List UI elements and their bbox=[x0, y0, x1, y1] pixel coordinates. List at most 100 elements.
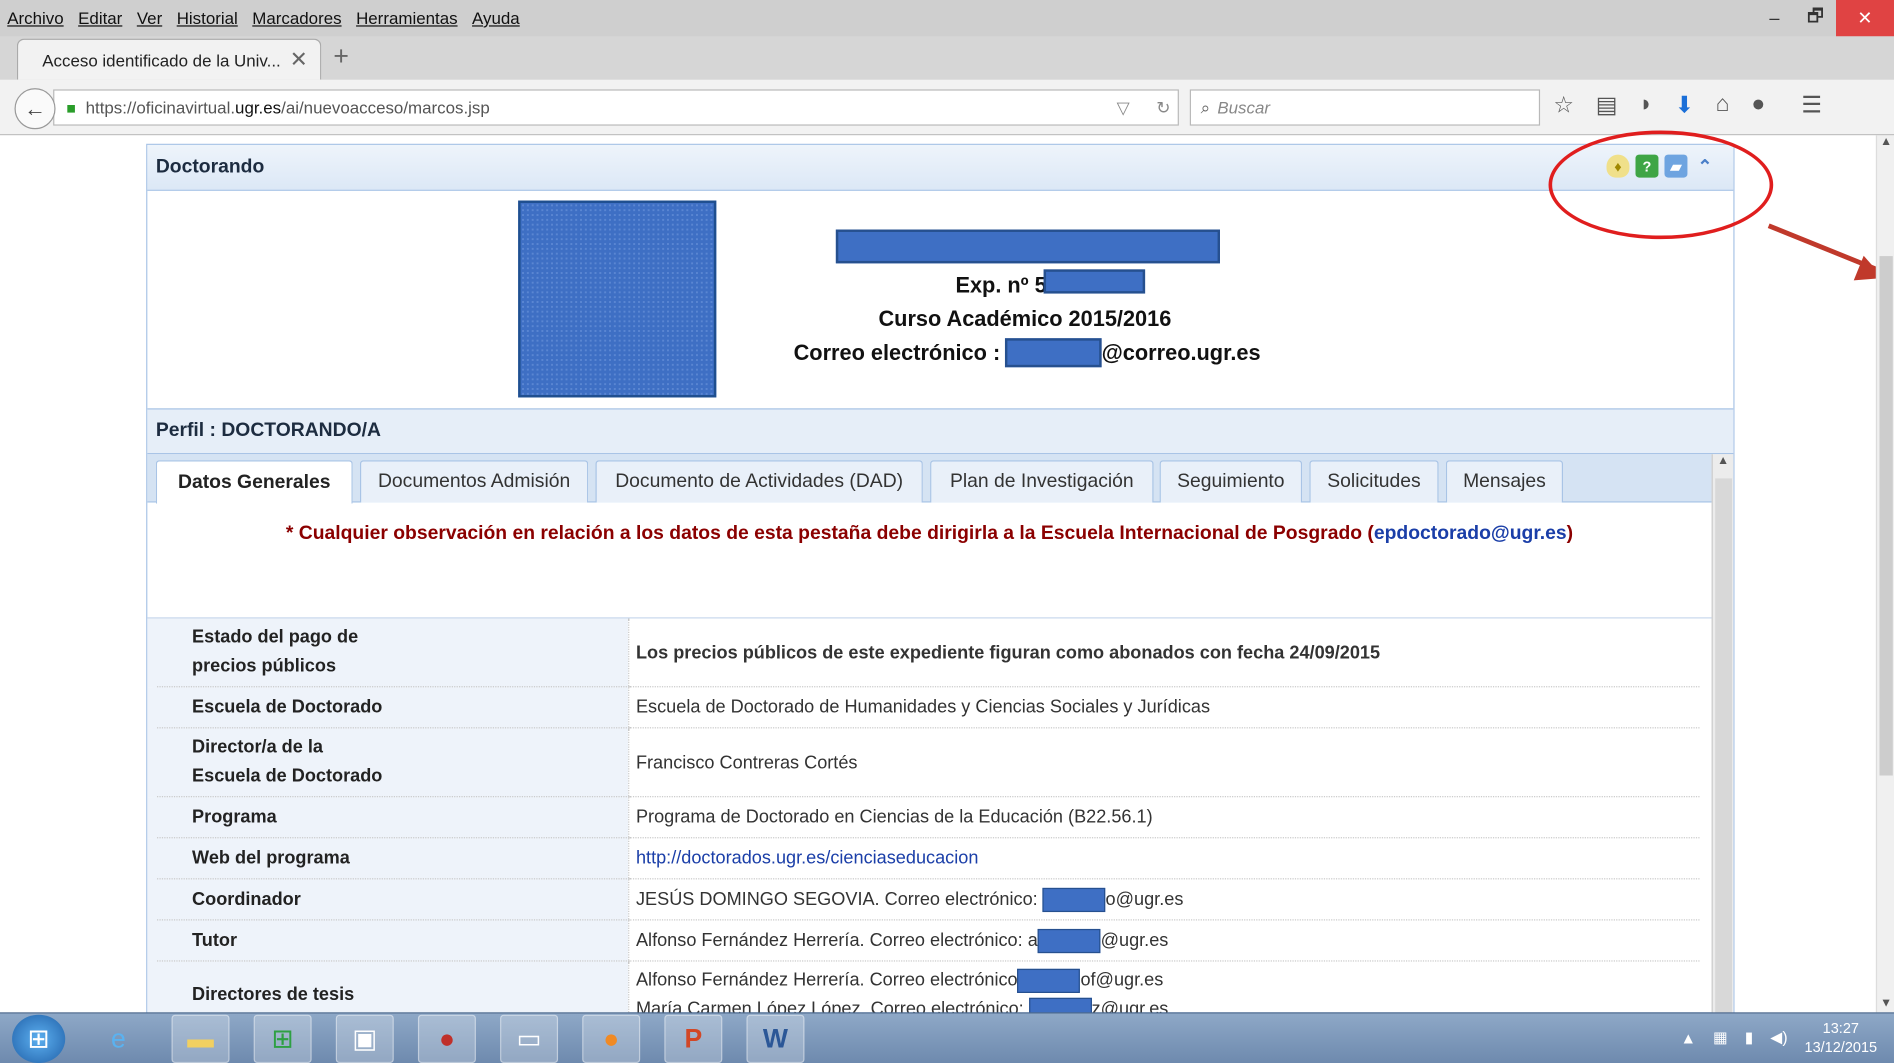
row-key: Coordinador bbox=[147, 878, 629, 921]
email-domain: @correo.ugr.es bbox=[1101, 340, 1261, 365]
name-redacted bbox=[835, 229, 1220, 264]
table-row: Programa Programa de Doctorado en Cienci… bbox=[147, 796, 1700, 839]
explorer-icon[interactable]: ▬ bbox=[171, 1014, 230, 1063]
menu-herramientas[interactable]: Herramientas bbox=[349, 8, 465, 27]
row-key: Escuela de Doctorado bbox=[147, 686, 629, 729]
row-value: Programa de Doctorado en Ciencias de la … bbox=[627, 796, 1700, 839]
photo-redacted bbox=[518, 200, 717, 398]
page-scroll-up-icon[interactable]: ▲ bbox=[1877, 135, 1894, 148]
volume-icon[interactable]: ◀) bbox=[1770, 1028, 1787, 1047]
notice-email-link[interactable]: epdoctorado@ugr.es bbox=[1374, 523, 1567, 544]
doctorando-panel: Doctorando ! ♦ ? ▰ ⌃ Exp. nº 5 Curso Aca… bbox=[146, 143, 1735, 1031]
tray-expand-icon[interactable]: ▲ bbox=[1681, 1029, 1697, 1047]
menu-icon[interactable]: ☰ bbox=[1801, 92, 1822, 120]
tab-seguimiento[interactable]: Seguimiento bbox=[1159, 460, 1303, 503]
dropdown-icon[interactable]: ▽ bbox=[1117, 97, 1130, 118]
powerpoint-icon[interactable]: P bbox=[664, 1014, 723, 1063]
screen: Archivo Editar Ver Historial Marcadores … bbox=[0, 0, 1894, 1063]
pocket-icon[interactable]: ◗ bbox=[1639, 92, 1653, 120]
menu-editar[interactable]: Editar bbox=[71, 8, 130, 27]
table-row: Web del programa http://doctorados.ugr.e… bbox=[147, 837, 1700, 880]
search-input[interactable]: ⌕ Buscar bbox=[1189, 89, 1541, 126]
panel-header: Doctorando bbox=[147, 144, 1734, 191]
email-label: Correo electrónico : bbox=[793, 340, 1001, 365]
ie-icon[interactable]: e bbox=[89, 1014, 147, 1062]
toolbar-icons: ☆ ▤ ◗ ⬇ ⌂ ● ☰ bbox=[1553, 92, 1822, 120]
menu-ayuda[interactable]: Ayuda bbox=[465, 8, 527, 27]
browser-tab[interactable]: Acceso identificado de la Univ... ✕ bbox=[16, 38, 322, 80]
clock-date: 13/12/2015 bbox=[1804, 1038, 1878, 1056]
tabs-row: Datos Generales Documentos Admisión Docu… bbox=[147, 454, 1712, 504]
search-placeholder: Buscar bbox=[1217, 97, 1271, 118]
row-key: Web del programa bbox=[147, 837, 629, 880]
annotation-circle bbox=[1548, 130, 1774, 240]
start-button-icon[interactable]: ⊞ bbox=[12, 1014, 66, 1063]
tabs-area: Datos Generales Documentos Admisión Docu… bbox=[147, 454, 1712, 1031]
notice-close-paren: ) bbox=[1566, 523, 1574, 544]
tab-plan-investigacion[interactable]: Plan de Investigación bbox=[930, 460, 1154, 503]
menu-archivo[interactable]: Archivo bbox=[0, 8, 71, 27]
inner-scrollbar[interactable]: ▲ bbox=[1711, 454, 1734, 1015]
table-row: Estado del pago de precios públicos Los p… bbox=[147, 618, 1700, 688]
email-redacted bbox=[1017, 968, 1081, 994]
new-tab-button[interactable]: + bbox=[333, 41, 349, 72]
tab-datos-generales[interactable]: Datos Generales bbox=[155, 460, 353, 504]
notice-body: * Cualquier observación en relación a lo… bbox=[285, 523, 1374, 544]
page-scrollbar[interactable]: ▲ ▼ bbox=[1875, 135, 1894, 1013]
row-key: Programa bbox=[147, 796, 629, 839]
url-bar[interactable]: ■ https://oficinavirtual.ugr.es/ai/nuevo… bbox=[53, 89, 1179, 126]
table-row: Director/a de la Escuela de Doctorado Fra… bbox=[147, 727, 1700, 798]
email-redacted bbox=[1042, 887, 1106, 912]
browser-chrome: Archivo Editar Ver Historial Marcadores … bbox=[0, 0, 1894, 136]
tab-close-icon[interactable]: ✕ bbox=[290, 47, 308, 72]
tab-mensajes[interactable]: Mensajes bbox=[1445, 460, 1564, 503]
url-text: https://oficinavirtual.ugr.es/ai/nuevoac… bbox=[85, 97, 490, 118]
close-window-button[interactable]: ✕ bbox=[1836, 0, 1894, 37]
tab-documento-actividades[interactable]: Documento de Actividades (DAD) bbox=[595, 460, 923, 503]
clock[interactable]: 13:27 13/12/2015 bbox=[1805, 1018, 1878, 1057]
program-web-link[interactable]: http://doctorados.ugr.es/cienciaseducaci… bbox=[636, 848, 978, 869]
remote-icon[interactable]: ▣ bbox=[335, 1014, 394, 1063]
scroll-up-icon[interactable]: ▲ bbox=[1713, 454, 1734, 473]
profile-bar: Perfil : DOCTORANDO/A bbox=[147, 408, 1734, 455]
tab-documentos-admision[interactable]: Documentos Admisión bbox=[359, 460, 589, 503]
panel-title: Doctorando bbox=[155, 156, 265, 177]
tray-app-icon[interactable]: ▦ bbox=[1713, 1028, 1728, 1047]
home-icon[interactable]: ⌂ bbox=[1716, 92, 1730, 120]
word-icon[interactable]: W bbox=[746, 1014, 805, 1063]
system-tray: ▲ ▦ ▮ ◀) 13:27 13/12/2015 bbox=[1681, 1018, 1878, 1057]
tab-solicitudes[interactable]: Solicitudes bbox=[1309, 460, 1439, 503]
menu-historial[interactable]: Historial bbox=[169, 8, 245, 27]
reload-icon[interactable]: ↻ bbox=[1156, 97, 1170, 118]
taskbar: ⊞ e ▬ ⊞ ▣ ● ▭ ● P W ▲ ▦ ▮ ◀) 13:27 13/12… bbox=[0, 1012, 1894, 1063]
firefox-icon[interactable]: ● bbox=[582, 1014, 641, 1063]
menu-marcadores[interactable]: Marcadores bbox=[245, 8, 349, 27]
page-scroll-thumb[interactable] bbox=[1879, 256, 1893, 776]
exp-redacted bbox=[1043, 269, 1146, 294]
reading-list-icon[interactable]: ▤ bbox=[1596, 92, 1618, 120]
app-icon[interactable]: ▭ bbox=[500, 1014, 559, 1063]
row-value: Los precios públicos de este expediente … bbox=[627, 618, 1700, 688]
back-button[interactable]: ← bbox=[14, 88, 56, 130]
row-value: Escuela de Doctorado de Humanidades y Ci… bbox=[627, 686, 1700, 729]
nav-bar: ■ https://oficinavirtual.ugr.es/ai/nuevo… bbox=[0, 79, 1894, 136]
lock-icon: ■ bbox=[66, 98, 76, 117]
window-controls: – 🗗 ✕ bbox=[1754, 0, 1894, 37]
email-redacted bbox=[1004, 338, 1102, 368]
scroll-thumb[interactable] bbox=[1715, 478, 1733, 1015]
media-icon[interactable]: ● bbox=[417, 1014, 476, 1063]
menu-ver[interactable]: Ver bbox=[130, 8, 170, 27]
minimize-button[interactable]: – bbox=[1754, 0, 1795, 36]
restore-button[interactable]: 🗗 bbox=[1795, 0, 1836, 36]
email-redacted bbox=[1037, 928, 1101, 953]
row-value: JESÚS DOMINGO SEGOVIA. Correo electrónic… bbox=[627, 878, 1700, 921]
store-icon[interactable]: ⊞ bbox=[253, 1014, 312, 1063]
network-icon[interactable]: ▮ bbox=[1745, 1028, 1754, 1047]
chat-icon[interactable]: ● bbox=[1751, 92, 1765, 120]
table-row: Escuela de Doctorado Escuela de Doctorad… bbox=[147, 686, 1700, 729]
download-icon[interactable]: ⬇ bbox=[1675, 92, 1694, 120]
bookmark-star-icon[interactable]: ☆ bbox=[1553, 92, 1574, 120]
tab-title: Acceso identificado de la Univ... bbox=[42, 50, 281, 70]
page-scroll-down-icon[interactable]: ▼ bbox=[1877, 997, 1894, 1010]
search-icon: ⌕ bbox=[1200, 97, 1211, 117]
